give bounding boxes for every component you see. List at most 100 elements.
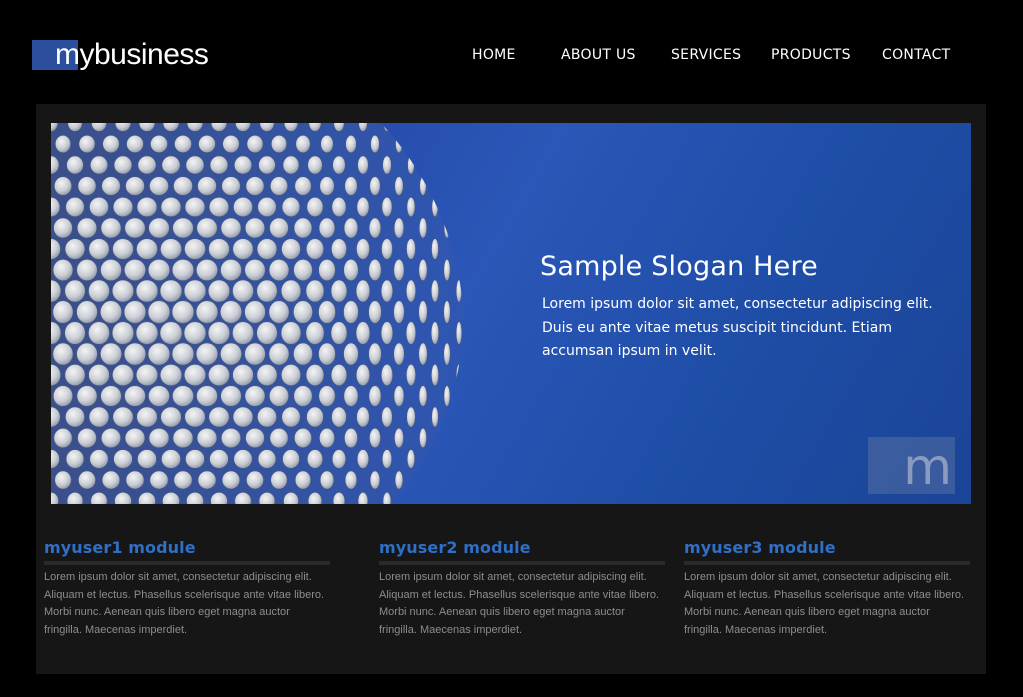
sphere-disc <box>356 238 370 260</box>
sphere-disc <box>52 385 74 407</box>
sphere-disc <box>257 449 277 469</box>
sphere-disc <box>444 176 450 196</box>
sphere-disc <box>419 470 427 490</box>
sphere-disc <box>369 428 381 448</box>
sphere-disc <box>456 406 462 428</box>
sphere-disc <box>469 428 471 447</box>
sphere-disc <box>76 217 98 239</box>
sphere-disc <box>305 364 325 386</box>
sphere-disc <box>207 279 231 303</box>
sphere-disc <box>431 364 439 386</box>
sphere-disc <box>220 217 242 239</box>
sphere-disc <box>268 385 290 407</box>
nav-item-contact[interactable]: CONTACT <box>882 47 951 63</box>
sphere-disc <box>270 176 288 196</box>
sphere-disc <box>380 321 394 345</box>
sphere-disc <box>469 343 471 365</box>
sphere-disc <box>257 197 277 217</box>
sphere-disc <box>208 364 230 386</box>
sphere-disc <box>271 135 287 153</box>
sphere-disc <box>137 155 157 175</box>
sphere-disc <box>256 321 278 345</box>
sphere-disc <box>280 279 302 303</box>
sphere-disc <box>184 197 206 217</box>
sphere-disc <box>209 155 229 175</box>
sphere-disc <box>332 155 346 175</box>
sphere-disc <box>455 364 463 386</box>
sphere-disc <box>281 197 301 217</box>
sphere-disc <box>356 406 370 428</box>
sphere-disc <box>123 342 147 366</box>
sphere-disc <box>368 342 382 366</box>
sphere-disc <box>318 217 336 239</box>
sphere-disc <box>406 406 416 428</box>
sphere-disc <box>124 259 146 281</box>
sphere-disc <box>343 217 359 239</box>
sphere-disc <box>293 342 313 366</box>
sphere-disc <box>305 279 325 303</box>
module-text: Lorem ipsum dolor sit amet, consectetur … <box>684 571 965 637</box>
sphere-disc <box>268 300 290 324</box>
sphere-disc <box>418 259 428 281</box>
sphere-disc <box>244 300 266 324</box>
sphere-disc <box>431 238 439 260</box>
building-sphere-image <box>51 123 471 504</box>
sphere-disc <box>245 428 265 448</box>
sphere-disc <box>126 135 144 153</box>
sphere-disc <box>244 259 266 281</box>
m-badge-letter: m <box>903 438 952 496</box>
module-user3: myuser3 module Lorem ipsum dolor sit ame… <box>684 537 970 640</box>
sphere-disc <box>469 218 471 238</box>
sphere-disc <box>268 342 290 366</box>
sphere-disc <box>100 385 122 407</box>
sphere-disc <box>159 321 183 345</box>
nav-item-services[interactable]: SERVICES <box>671 47 741 63</box>
sphere-disc <box>381 406 393 428</box>
sphere-disc <box>233 449 253 469</box>
sphere-disc <box>136 406 158 428</box>
nav-item-products[interactable]: PRODUCTS <box>771 47 851 63</box>
sphere-disc <box>393 300 405 324</box>
sphere-disc <box>198 135 216 153</box>
sphere-disc <box>380 279 394 303</box>
sphere-disc <box>280 321 302 345</box>
sphere-disc <box>78 470 96 490</box>
sphere-disc <box>443 385 451 407</box>
sphere-disc <box>100 342 122 366</box>
sphere-disc <box>418 217 428 239</box>
sphere-disc <box>232 279 254 303</box>
sphere-disc <box>355 279 371 303</box>
sphere-disc <box>76 300 98 324</box>
sphere-disc <box>432 123 438 132</box>
sphere-disc <box>196 385 218 407</box>
sphere-disc <box>368 300 382 324</box>
sphere-disc <box>431 197 439 217</box>
sphere-disc <box>209 449 229 469</box>
sphere-disc <box>173 470 193 490</box>
sphere-disc <box>293 385 313 407</box>
sphere-disc <box>469 259 471 280</box>
sphere-disc <box>444 135 450 153</box>
sphere-disc <box>185 155 205 175</box>
nav-item-home[interactable]: HOME <box>472 47 516 63</box>
sphere-disc <box>320 135 334 153</box>
sphere-disc <box>64 364 86 386</box>
sphere-disc <box>381 197 393 217</box>
sphere-disc <box>306 406 324 428</box>
sphere-disc <box>148 217 170 239</box>
sphere-disc <box>469 471 471 489</box>
sphere-disc <box>431 449 439 469</box>
sphere-disc <box>258 155 276 175</box>
sphere-disc <box>89 197 109 217</box>
sphere-disc <box>113 155 133 175</box>
module-title: myuser3 module <box>684 538 836 557</box>
sphere-disc <box>88 406 110 428</box>
sphere-disc <box>418 342 428 366</box>
sphere-disc <box>101 470 121 490</box>
sphere-disc <box>319 470 335 490</box>
sphere-disc <box>469 301 471 324</box>
sphere-disc <box>393 259 405 281</box>
nav-item-about-us[interactable]: ABOUT US <box>561 47 636 63</box>
sphere-disc <box>89 155 109 175</box>
sphere-disc <box>65 197 85 217</box>
